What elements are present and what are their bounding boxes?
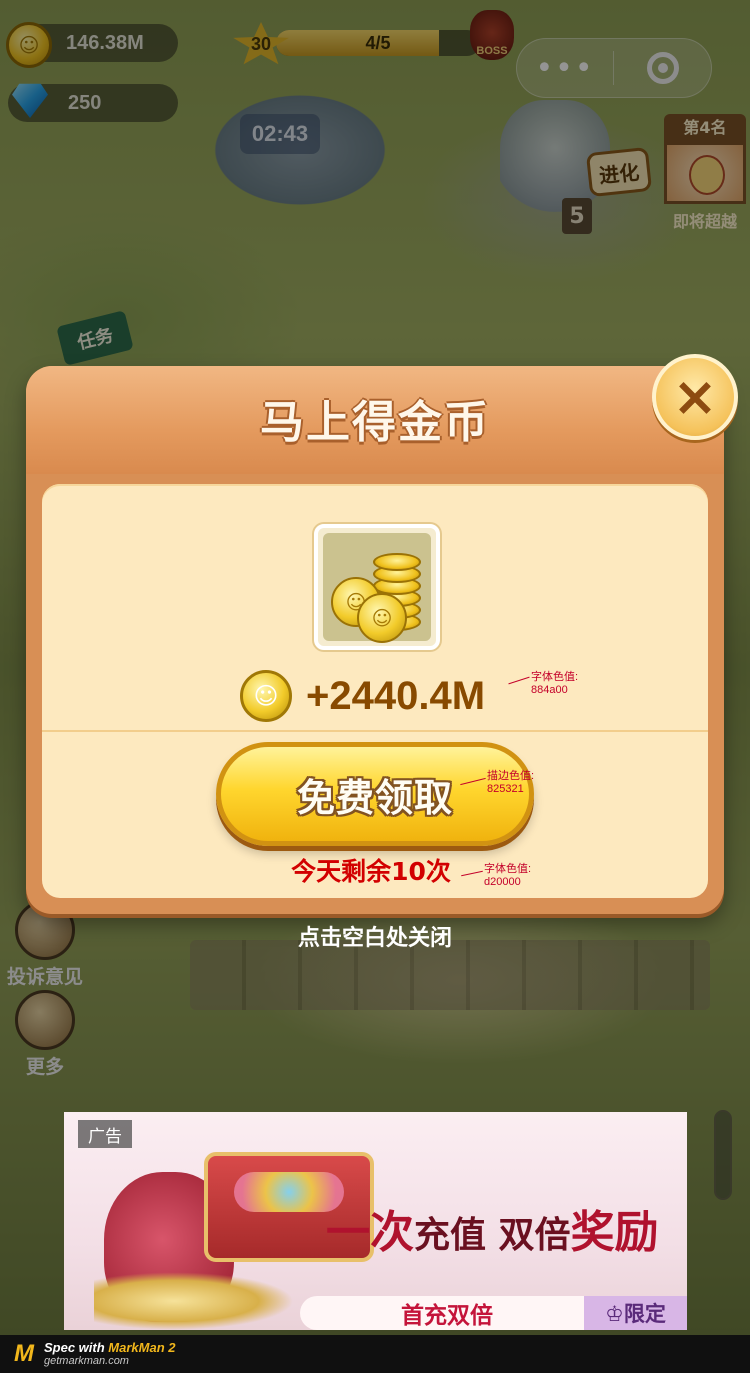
claim-label: 免费领取 <box>296 775 453 820</box>
tap-to-close-hint: 点击空白处关闭 <box>297 926 452 951</box>
reward-image: ☺ ☺ <box>314 524 440 650</box>
spec-annotation: 字体色值: d20000 <box>484 863 531 889</box>
reward-amount-value: +2440.4M <box>306 673 486 718</box>
ad-headline-2: 充值 <box>414 1214 487 1256</box>
remaining-count: 今天剩余10次 <box>291 857 451 886</box>
ad-headline: 一次充值 双倍奖励 <box>326 1196 659 1260</box>
footer-prefix: Spec with <box>44 1340 109 1355</box>
coin-icon: ☺ <box>240 670 292 722</box>
spec-value: d20000 <box>484 876 521 888</box>
spec-label: 描边色值: <box>487 770 535 782</box>
footer-url: getmarkman.com <box>44 1355 129 1367</box>
footer-spec-text: Spec with MarkMan 2 <box>44 1340 176 1355</box>
reward-amount: ☺ +2440.4M <box>240 668 485 724</box>
dialog-title: 马上得金币 <box>260 397 490 448</box>
ad-coins-icon <box>94 1272 294 1330</box>
footer-texts: Spec with MarkMan 2 getmarkman.com <box>44 1340 176 1368</box>
divider <box>42 730 708 732</box>
spec-label: 字体色值: <box>531 671 579 683</box>
spec-value: 884a00 <box>531 684 568 696</box>
markman-logo-icon: M <box>14 1340 34 1367</box>
ad-headline-4: 奖励 <box>570 1207 659 1258</box>
close-icon: × <box>672 365 718 428</box>
spec-label: 字体色值: <box>484 863 532 875</box>
spec-value: 825321 <box>487 783 524 795</box>
ad-tag: 广告 <box>78 1120 132 1148</box>
ad-limited-badge: ♔限定 <box>584 1296 687 1330</box>
spec-annotation: 描边色值: 825321 <box>487 770 534 796</box>
ad-first-charge: 首充双倍 <box>300 1296 594 1330</box>
scroll-indicator <box>714 1110 732 1200</box>
ad-banner[interactable]: 广告 一次充值 双倍奖励 首充双倍 ♔限定 <box>64 1112 687 1330</box>
loose-coin: ☺ <box>357 593 407 643</box>
stack-coin <box>373 553 421 571</box>
markman-footer: M Spec with MarkMan 2 getmarkman.com <box>0 1335 750 1373</box>
spec-annotation: 字体色值: 884a00 <box>531 671 578 697</box>
ad-headline-1: 一次 <box>326 1207 414 1258</box>
coin-stack-icon: ☺ ☺ <box>323 533 431 643</box>
close-button[interactable]: × <box>652 354 738 440</box>
footer-brand: MarkMan 2 <box>108 1340 176 1355</box>
ad-headline-3: 双倍 <box>486 1214 571 1256</box>
